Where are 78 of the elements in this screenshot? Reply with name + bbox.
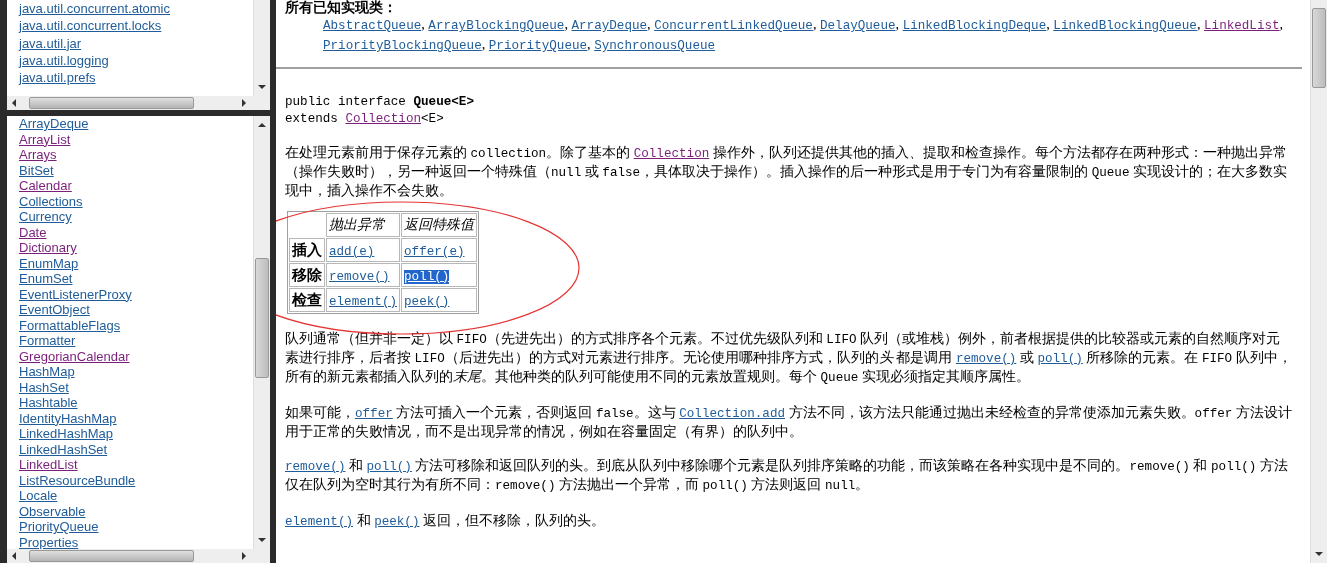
- doc-link[interactable]: remove(): [955, 352, 1017, 366]
- class-link[interactable]: LinkedList: [19, 457, 78, 473]
- class-link[interactable]: LinkedHashMap: [19, 426, 113, 442]
- package-link[interactable]: java.util.concurrent.atomic: [19, 0, 170, 18]
- package-link[interactable]: java.util.prefs: [19, 69, 96, 87]
- doc-link[interactable]: SynchronousQueue: [594, 39, 716, 53]
- doc-link[interactable]: DelayQueue: [819, 19, 896, 33]
- class-link[interactable]: Currency: [19, 209, 72, 225]
- class-link[interactable]: Observable: [19, 503, 86, 519]
- doc-link[interactable]: element(): [285, 515, 354, 529]
- doc-link[interactable]: Collection: [345, 112, 422, 126]
- class-link[interactable]: EventObject: [19, 302, 90, 318]
- paragraph: 在处理元素前用于保存元素的 collection。除了基本的 Collection 操作外，队列还提供其他的插入、提取和检查操作。每个方法都存在两种形式：一种抛出异常（操作失败时），另一种返回一个特殊值（null 或 false，具体取决于操作）。插入操作的后一种形式是用于专门为有容量限制的 Queue 实现设计的；在大多数实现中，插入操作不会失败。: [285, 144, 1288, 199]
- class-link[interactable]: ListResourceBundle: [19, 472, 136, 488]
- method-link[interactable]: element(): [329, 294, 398, 309]
- class-link[interactable]: HashMap: [19, 364, 75, 380]
- class-link[interactable]: EventListenerProxy: [19, 286, 132, 302]
- doc-link[interactable]: ConcurrentLinkedQueue: [654, 19, 813, 33]
- interface-signature: public interface Queue<E>: [285, 94, 475, 110]
- doc-link[interactable]: PriorityQueue: [488, 39, 588, 53]
- row-header: 插入: [289, 238, 325, 262]
- class-link[interactable]: Formatter: [19, 333, 76, 349]
- doc-link[interactable]: ArrayDeque: [571, 19, 648, 33]
- class-link[interactable]: GregorianCalendar: [19, 348, 130, 364]
- class-link[interactable]: HashSet: [19, 379, 69, 395]
- class-link[interactable]: LinkedHashSet: [19, 441, 108, 457]
- package-link[interactable]: java.util.logging: [19, 51, 109, 70]
- class-link[interactable]: PriorityQueue: [19, 519, 99, 535]
- vertical-scrollbar[interactable]: [1310, 0, 1327, 563]
- package-link[interactable]: java.util.concurrent.locks: [19, 17, 162, 35]
- class-link[interactable]: Hashtable: [19, 395, 78, 411]
- class-link[interactable]: EnumMap: [19, 255, 79, 271]
- doc-link[interactable]: ArrayBlockingQueue: [428, 19, 565, 33]
- doc-link[interactable]: PriorityBlockingQueue: [323, 39, 482, 53]
- doc-link[interactable]: LinkedBlockingDeque: [902, 19, 1047, 33]
- interface-signature: extends Collection<E>: [285, 111, 445, 127]
- vertical-scrollbar[interactable]: [253, 0, 270, 96]
- class-link[interactable]: ArrayList: [19, 131, 71, 147]
- method-link[interactable]: peek(): [404, 294, 450, 309]
- method-link[interactable]: offer(e): [404, 244, 465, 259]
- doc-link[interactable]: offer: [355, 407, 393, 421]
- class-link[interactable]: Calendar: [19, 178, 72, 194]
- package-link[interactable]: java.util.jar: [19, 34, 82, 52]
- method-link[interactable]: poll(): [404, 269, 450, 284]
- doc-link[interactable]: LinkedBlockingQueue: [1053, 19, 1197, 33]
- class-link[interactable]: Arrays: [19, 147, 57, 163]
- method-link[interactable]: add(e): [329, 244, 375, 259]
- doc-link[interactable]: poll(): [1037, 352, 1083, 366]
- horizontal-scrollbar[interactable]: [7, 96, 270, 110]
- column-header: 抛出异常: [326, 213, 401, 237]
- section-heading: 所有已知实现类：: [285, 0, 398, 15]
- class-link[interactable]: BitSet: [19, 162, 54, 178]
- vertical-scrollbar[interactable]: [253, 116, 270, 549]
- class-link[interactable]: Date: [19, 224, 47, 240]
- class-link[interactable]: FormattableFlags: [19, 317, 121, 333]
- class-link[interactable]: Properties: [19, 534, 79, 549]
- class-link[interactable]: Collections: [19, 193, 83, 209]
- horizontal-scrollbar[interactable]: [7, 549, 270, 563]
- doc-link[interactable]: Collection: [633, 147, 710, 161]
- paragraph: remove() 和 poll() 方法可移除和返回队列的头。到底从队列中移除哪个元素是队列排序策略的功能，而该策略在各种实现中是不同的。remove() 和 poll() 方法仅在队列为空时其行为有所不同：remove() 方法抛出一个异常，而 poll() 方法则返回 null。: [285, 457, 1289, 495]
- paragraph: 如果可能，offer 方法可插入一个元素，否则返回 false。这与 Collection.add 方法不同，该方法只能通过抛出未经检查的异常使添加元素失败。offer 方法设计用于正常的失败情况，而不是出现异常的情况，例如在容量固定（有界）的队列中。: [285, 404, 1292, 440]
- doc-link[interactable]: LinkedList: [1204, 19, 1280, 33]
- implementing-class-list: AbstractQueue, ArrayBlockingQueue, ArrayDeque, ConcurrentLinkedQueue, DelayQueue, LinkedBlockingDeque, LinkedBlockingQueue, LinkedList, PriorityBlockingQueue, PriorityQueue, SynchronousQueue: [323, 15, 1292, 55]
- row-header: 检查: [289, 288, 325, 312]
- class-link[interactable]: Dictionary: [19, 240, 77, 256]
- row-header: 移除: [289, 263, 325, 287]
- doc-link[interactable]: Collection.add: [679, 407, 786, 421]
- paragraph: element() 和 peek() 返回，但不移除，队列的头。: [285, 512, 607, 531]
- class-link[interactable]: ArrayDeque: [19, 116, 89, 132]
- doc-link[interactable]: peek(): [374, 515, 420, 529]
- doc-link[interactable]: remove(): [285, 460, 346, 474]
- doc-link[interactable]: AbstractQueue: [323, 19, 422, 33]
- class-link[interactable]: EnumSet: [19, 271, 73, 287]
- class-link[interactable]: IdentityHashMap: [19, 410, 117, 426]
- class-link[interactable]: Locale: [19, 488, 58, 504]
- method-link[interactable]: remove(): [329, 269, 390, 284]
- doc-link[interactable]: poll(): [366, 460, 412, 474]
- column-header: 返回特殊值: [401, 213, 478, 237]
